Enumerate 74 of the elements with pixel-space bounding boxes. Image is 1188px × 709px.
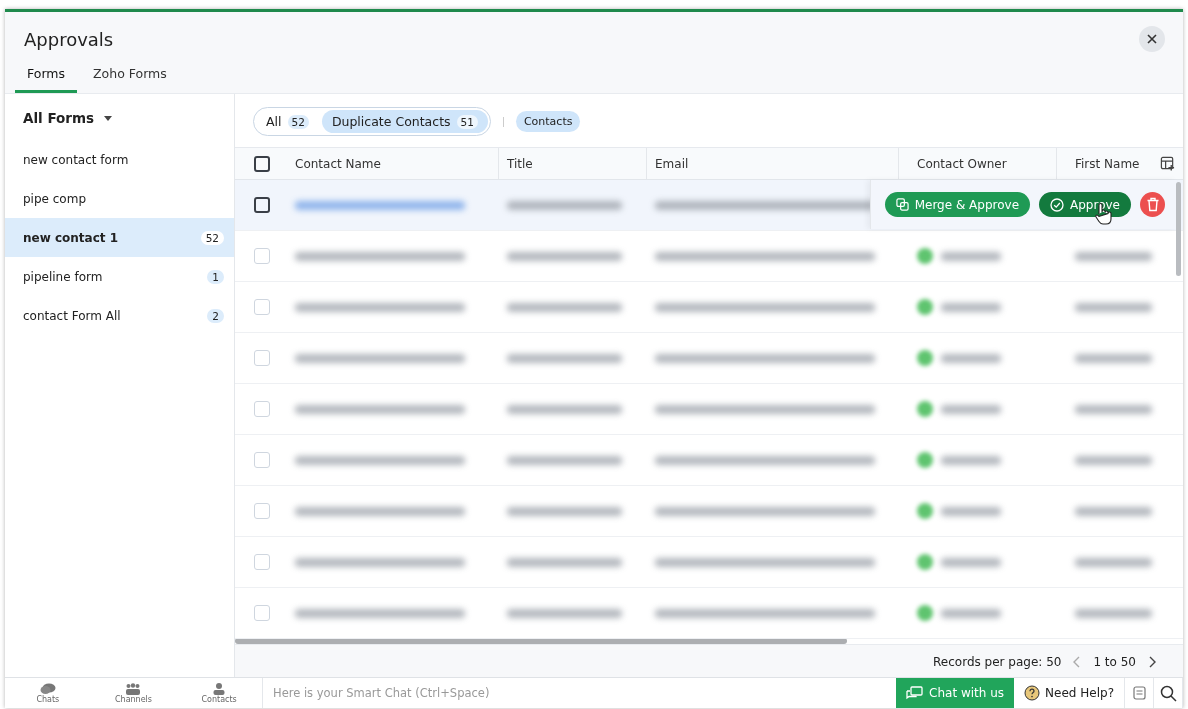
blurred-avatar (917, 605, 933, 621)
bottom-nav-item[interactable]: Contacts (189, 678, 250, 708)
question-icon (1024, 685, 1041, 701)
blurred-text (941, 608, 1001, 618)
blurred-text (941, 557, 1001, 567)
notes-icon (1131, 686, 1147, 700)
check-circle-icon (1050, 197, 1065, 212)
blurred-avatar (917, 350, 933, 366)
nav-label: Contacts (201, 694, 237, 704)
merge-approve-button[interactable]: Merge & Approve (884, 192, 1031, 217)
sidebar-item-label: new contact 1 (23, 230, 119, 245)
blurred-text (941, 506, 1001, 516)
bottom-nav-item[interactable]: Chats (17, 678, 78, 708)
group-icon (125, 682, 142, 695)
sidebar-item[interactable]: pipe comp (5, 179, 234, 218)
blurred-avatar (917, 299, 933, 315)
person-icon (212, 682, 227, 695)
count-badge: 51 (456, 114, 478, 129)
column-header[interactable]: Contact Owner (899, 148, 1057, 179)
sidebar-item[interactable]: new contact form (5, 140, 234, 179)
close-icon (1146, 33, 1158, 45)
blurred-avatar (917, 503, 933, 519)
filter-tab[interactable]: Duplicate Contacts 51 (321, 110, 488, 133)
column-header[interactable]: Email (647, 148, 899, 179)
sidebar-item[interactable]: contact Form All 2 (5, 296, 234, 335)
page-range: 1 to 50 (1093, 655, 1136, 669)
records-per-page-label: Records per page: 50 (933, 655, 1062, 669)
trash-icon (1145, 197, 1160, 212)
chat-bubbles-icon (39, 682, 56, 695)
table-row[interactable]: Merge & Approve Approve (235, 180, 1183, 231)
sidebar-item-label: new contact form (23, 152, 129, 167)
merge-icon (895, 198, 909, 211)
blurred-text (941, 302, 1001, 312)
count-badge: 1 (207, 269, 224, 284)
sidebar-item[interactable]: new contact 1 52 (5, 218, 234, 257)
caret-icon (104, 115, 113, 121)
nav-label: Channels (114, 694, 152, 704)
sidebar-item-label: pipeline form (23, 269, 103, 284)
module-chip: Contacts (515, 111, 581, 132)
column-header[interactable]: Title (499, 148, 647, 179)
select-all-checkbox[interactable] (254, 155, 270, 172)
blurred-text (941, 455, 1001, 465)
nav-label: Chats (36, 694, 60, 704)
chat-bubbles-icon (906, 685, 924, 701)
tab[interactable]: Zoho Forms (81, 60, 179, 93)
table-settings-icon[interactable] (1160, 156, 1175, 171)
filter-tab[interactable]: All 52 (256, 110, 319, 133)
count-badge: 52 (200, 230, 224, 245)
column-header[interactable]: First Name (1057, 148, 1152, 179)
count-badge: 2 (207, 308, 224, 323)
window-title: Approvals (24, 28, 114, 50)
blurred-avatar (917, 401, 933, 417)
next-page-icon[interactable] (1147, 655, 1157, 669)
approve-button[interactable]: Approve (1039, 192, 1131, 217)
sidebar-item[interactable]: pipeline form 1 (5, 257, 234, 296)
column-header[interactable]: Contact Name (287, 148, 499, 179)
blurred-text (941, 353, 1001, 363)
search-icon (1159, 684, 1177, 702)
sidebar-item-label: pipe comp (23, 191, 86, 206)
bottom-nav-item[interactable]: Channels (103, 678, 164, 708)
close-button[interactable] (1139, 26, 1165, 52)
tab[interactable]: Forms (15, 60, 77, 93)
blurred-avatar (917, 248, 933, 264)
row-checkbox[interactable] (254, 197, 270, 213)
blurred-avatar (917, 452, 933, 468)
delete-button[interactable] (1140, 192, 1165, 217)
forms-dropdown[interactable]: All Forms (5, 94, 131, 140)
blurred-text (941, 251, 1001, 261)
scrollbar[interactable] (235, 638, 847, 644)
scrollbar[interactable] (1176, 182, 1181, 276)
count-badge: 52 (287, 114, 309, 129)
blurred-avatar (917, 554, 933, 570)
blurred-text (941, 404, 1001, 414)
sidebar-item-label: contact Form All (23, 308, 121, 323)
